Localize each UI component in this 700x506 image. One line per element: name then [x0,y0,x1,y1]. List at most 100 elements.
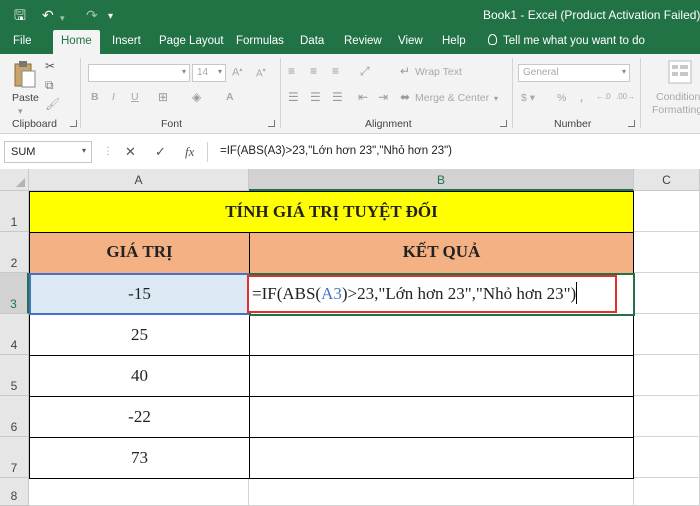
cell-b7[interactable] [249,437,634,479]
font-name-combo[interactable]: ▾ [88,64,190,82]
cell-a8[interactable] [29,478,249,506]
decrease-decimal-icon[interactable]: .00→ [616,92,635,101]
conditional-formatting-label-1[interactable]: Condition [656,91,700,103]
cell-b6[interactable] [249,396,634,438]
enter-icon[interactable]: ✓ [155,144,166,160]
cancel-icon[interactable]: ✕ [125,144,136,160]
row-header-4[interactable]: 4 [0,314,29,355]
font-color-icon[interactable]: A [226,91,234,103]
comma-style-icon[interactable]: , [580,92,583,104]
row-header-2[interactable]: 2 [0,232,29,273]
shrink-font-icon[interactable]: A▾ [256,67,266,79]
row-header-5[interactable]: 5 [0,355,29,396]
header-gia-tri-cell[interactable]: GIÁ TRỊ [29,232,250,274]
column-header-c[interactable]: C [634,169,700,191]
increase-decimal-icon[interactable]: ←.0 [596,92,611,101]
paste-dropdown-icon[interactable]: ▾ [18,104,23,118]
percent-style-icon[interactable]: % [557,92,566,104]
cell-c2[interactable] [634,232,700,273]
formula-input[interactable]: =IF(ABS(A3)>23,"Lớn hơn 23","Nhỏ hơn 23"… [220,145,452,157]
orientation-icon[interactable]: ⤢ [360,64,370,78]
merge-center-button[interactable]: Merge & Center [415,92,489,104]
cell-b5[interactable] [249,355,634,397]
sheet-title-cell[interactable]: TÍNH GIÁ TRỊ TUYỆT ĐỐI [29,191,634,233]
row-header-6[interactable]: 6 [0,396,29,437]
tell-me-search[interactable]: Tell me what you want to do [488,34,645,47]
clipboard-launcher-icon[interactable] [70,120,77,127]
tab-data[interactable]: Data [300,35,324,47]
copy-icon[interactable]: ⧉ [45,78,54,92]
paste-label[interactable]: Paste [12,92,39,104]
paste-icon[interactable] [12,60,38,90]
insert-function-icon[interactable]: fx [185,144,194,160]
cell-c5[interactable] [634,355,700,396]
number-launcher-icon[interactable] [628,120,635,127]
fill-color-icon[interactable]: ◈ [192,90,201,104]
header-ket-qua-cell[interactable]: KẾT QUẢ [249,232,634,274]
accounting-format-icon[interactable]: $ ▾ [521,92,535,104]
underline-icon[interactable]: U [131,91,139,103]
tab-insert[interactable]: Insert [112,35,141,47]
cell-b4[interactable] [249,314,634,356]
chevron-down-icon[interactable]: ▾ [494,92,498,106]
undo-dropdown-icon[interactable]: ▾ [60,9,65,27]
align-middle-icon[interactable]: ≡ [310,64,317,78]
tab-file[interactable]: File [13,35,32,47]
number-format-combo[interactable]: General ▾ [518,64,630,82]
column-header-b[interactable]: B [249,169,634,191]
conditional-formatting-label-2[interactable]: Formatting [652,104,700,116]
name-box[interactable]: SUM ▾ [4,141,92,163]
font-launcher-icon[interactable] [268,120,275,127]
cell-c3[interactable] [634,273,700,314]
cut-icon[interactable]: ✂ [45,59,55,73]
cell-c1[interactable] [634,191,700,232]
redo-icon[interactable]: ↷ [86,6,98,24]
tab-home[interactable]: Home [53,30,100,54]
more-options-icon[interactable]: ⋮ [103,146,113,157]
alignment-launcher-icon[interactable] [500,120,507,127]
conditional-formatting-icon[interactable] [668,60,694,86]
cell-a7[interactable]: 73 [29,437,250,479]
cell-c7[interactable] [634,437,700,478]
tab-page-layout[interactable]: Page Layout [159,35,224,47]
format-painter-icon[interactable]: 🖌 [45,97,60,111]
bold-icon[interactable]: B [91,91,99,103]
italic-icon[interactable]: I [112,91,115,103]
align-bottom-icon[interactable]: ≡ [332,64,339,78]
tab-view[interactable]: View [398,35,423,47]
grow-font-icon[interactable]: A▴ [232,66,242,79]
decrease-indent-icon[interactable]: ⇤ [358,90,368,104]
select-all-button[interactable] [0,169,29,191]
align-left-icon[interactable]: ☰ [288,90,299,104]
borders-icon[interactable]: ⊞ [158,90,168,104]
row-header-3[interactable]: 3 [0,273,29,314]
alignment-group-label: Alignment [365,118,412,130]
cell-c8[interactable] [634,478,700,506]
align-top-icon[interactable]: ≡ [288,64,295,78]
tab-help[interactable]: Help [442,35,466,47]
cell-b8[interactable] [249,478,634,506]
wrap-text-icon[interactable]: ↵ [400,64,410,78]
save-icon[interactable]: 🖫 [14,6,26,24]
number-format-value: General [523,67,559,78]
row-header-1[interactable]: 1 [0,191,29,232]
tab-formulas[interactable]: Formulas [236,35,284,47]
font-size-combo[interactable]: 14 ▾ [192,64,226,82]
column-header-a[interactable]: A [29,169,249,191]
cell-a6[interactable]: -22 [29,396,250,438]
customize-toolbar-icon[interactable]: ▾ [108,8,113,26]
undo-icon[interactable]: ↶ [42,6,54,24]
increase-indent-icon[interactable]: ⇥ [378,90,388,104]
row-header-8[interactable]: 8 [0,478,29,506]
align-center-icon[interactable]: ☰ [310,90,321,104]
cell-a4[interactable]: 25 [29,314,250,356]
row-header-7[interactable]: 7 [0,437,29,478]
wrap-text-button[interactable]: Wrap Text [415,66,462,78]
merge-center-icon[interactable]: ⬌ [400,90,410,104]
tab-review[interactable]: Review [344,35,382,47]
cell-c4[interactable] [634,314,700,355]
in-cell-formula-editor[interactable]: =IF(ABS(A3)>23,"Lớn hơn 23","Nhỏ hơn 23"… [247,275,617,313]
align-right-icon[interactable]: ☰ [332,90,343,104]
cell-c6[interactable] [634,396,700,437]
cell-a5[interactable]: 40 [29,355,250,397]
